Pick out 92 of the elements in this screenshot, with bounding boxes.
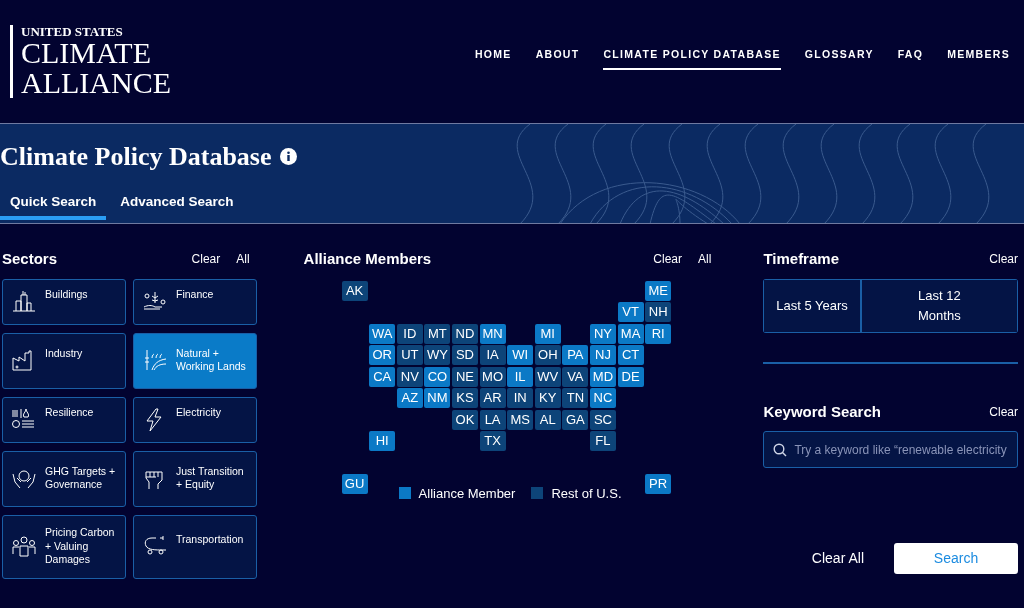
sector-button[interactable]: Just Transition + Equity — [133, 450, 257, 507]
state-tile[interactable]: AZ — [396, 388, 423, 408]
state-tile[interactable]: NJ — [589, 345, 616, 365]
all-link[interactable]: All — [698, 250, 712, 269]
sector-button[interactable]: Industry — [2, 332, 126, 389]
state-tile[interactable]: KS — [452, 388, 478, 408]
state-tile[interactable]: MS — [507, 409, 534, 430]
state-tile[interactable]: IL — [507, 366, 534, 387]
state-tile[interactable]: MN — [479, 323, 506, 344]
state-tile[interactable]: NY — [589, 323, 616, 344]
legend-label: Alliance Member — [418, 484, 516, 503]
state-tile[interactable]: SC — [589, 409, 616, 430]
state-tile[interactable]: MO — [479, 366, 506, 387]
state-tile[interactable]: LA — [479, 409, 506, 430]
state-tile[interactable]: ID — [396, 323, 423, 344]
all-link[interactable]: All — [236, 250, 250, 269]
page-title: Climate Policy Database — [0, 141, 272, 173]
tab[interactable]: Advanced Search — [110, 186, 244, 223]
clear-link[interactable]: Clear — [989, 250, 1018, 269]
sector-button[interactable]: Transportation — [133, 514, 257, 579]
tab[interactable]: Quick Search — [0, 186, 107, 223]
state-tile[interactable]: CO — [424, 366, 451, 387]
nav-link[interactable]: CLIMATE POLICY DATABASE — [603, 47, 781, 70]
state-tile[interactable]: IN — [507, 388, 534, 408]
state-tile[interactable]: NH — [645, 302, 672, 322]
state-tile[interactable]: AL — [534, 409, 561, 430]
clear-link[interactable]: Clear — [653, 250, 683, 269]
state-tile[interactable]: PA — [562, 345, 589, 365]
state-tile[interactable]: VA — [562, 366, 589, 387]
nav-link[interactable]: HOME — [474, 47, 512, 70]
timeframe-button[interactable]: Last 5 Years — [763, 278, 861, 333]
state-tile[interactable]: WV — [534, 366, 561, 387]
clear-link[interactable]: Clear — [191, 250, 221, 269]
legend-label: Rest of U.S. — [551, 484, 622, 503]
buildings-icon — [11, 288, 37, 315]
nav-link[interactable]: GLOSSARY — [804, 47, 874, 70]
state-tile[interactable]: HI — [369, 431, 396, 451]
sector-button[interactable]: Finance — [133, 278, 257, 325]
state-tile[interactable]: ME — [645, 280, 672, 301]
nav-link[interactable]: FAQ — [897, 47, 924, 70]
people-icon — [11, 533, 37, 560]
state-tile[interactable]: VT — [617, 302, 644, 322]
state-tile[interactable]: KY — [534, 388, 561, 408]
logo[interactable]: UNITED STATES CLIMATE ALLIANCE — [10, 25, 171, 98]
sector-button[interactable]: Resilience — [2, 396, 126, 443]
state-tile[interactable]: ND — [452, 323, 478, 344]
state-tile[interactable]: UT — [396, 345, 423, 365]
search-button[interactable]: Search — [894, 543, 1018, 574]
section-title: Sectors — [2, 249, 58, 269]
state-tile[interactable]: OK — [452, 409, 478, 430]
state-tile[interactable]: WA — [369, 323, 396, 344]
state-tile[interactable]: IA — [479, 345, 506, 365]
state-tile[interactable]: MT — [424, 323, 451, 344]
clear-link[interactable]: Clear — [989, 402, 1018, 421]
state-tile[interactable]: RI — [645, 323, 672, 344]
state-tile[interactable]: AK — [341, 280, 368, 301]
state-tile[interactable]: GA — [562, 409, 589, 430]
state-tile[interactable]: CA — [369, 366, 396, 387]
state-tile[interactable]: DE — [617, 366, 644, 387]
state-tile[interactable]: TN — [562, 388, 589, 408]
sector-button[interactable]: GHG Targets + Governance — [2, 450, 126, 507]
nav-link[interactable]: ABOUT — [535, 47, 580, 70]
state-tile[interactable]: GU — [341, 474, 368, 494]
sector-button[interactable]: Electricity — [133, 396, 257, 443]
state-tile[interactable]: NM — [424, 388, 451, 408]
nav-link[interactable]: MEMBERS — [947, 47, 1010, 70]
sector-button[interactable]: Natural + Working Lands — [133, 332, 257, 389]
state-tile[interactable]: OR — [369, 345, 396, 365]
state-tile[interactable]: NV — [396, 366, 423, 387]
section-title: Alliance Members — [303, 249, 432, 269]
clear-all-button[interactable]: Clear All — [805, 547, 870, 570]
state-tile[interactable]: MA — [617, 323, 644, 344]
info-icon[interactable] — [279, 148, 297, 165]
section-title: Timeframe — [763, 249, 839, 269]
state-tile[interactable]: MI — [534, 323, 561, 344]
sector-button[interactable]: Buildings — [2, 278, 126, 325]
state-tile[interactable]: MD — [589, 366, 616, 387]
state-tile[interactable]: OH — [534, 345, 561, 365]
state-tile[interactable]: NC — [589, 388, 616, 408]
state-tile[interactable]: PR — [645, 474, 672, 494]
state-tile[interactable]: CT — [617, 345, 644, 365]
state-tile[interactable]: NE — [452, 366, 478, 387]
state-tile[interactable]: WY — [424, 345, 451, 365]
state-tile[interactable]: TX — [479, 431, 506, 451]
keyword-search-field[interactable]: Try a keyword like “renewable electricity — [763, 431, 1018, 468]
state-tile[interactable]: WI — [507, 345, 534, 365]
section-title: Keyword Search — [763, 401, 881, 422]
timeframe-button[interactable]: Last 12 Months — [860, 278, 1018, 333]
sector-button[interactable]: Pricing Carbon + Valuing Damages — [2, 514, 126, 579]
state-tile[interactable]: AR — [479, 388, 506, 408]
state-tile[interactable]: SD — [452, 345, 478, 365]
state-tile[interactable]: FL — [589, 431, 616, 451]
